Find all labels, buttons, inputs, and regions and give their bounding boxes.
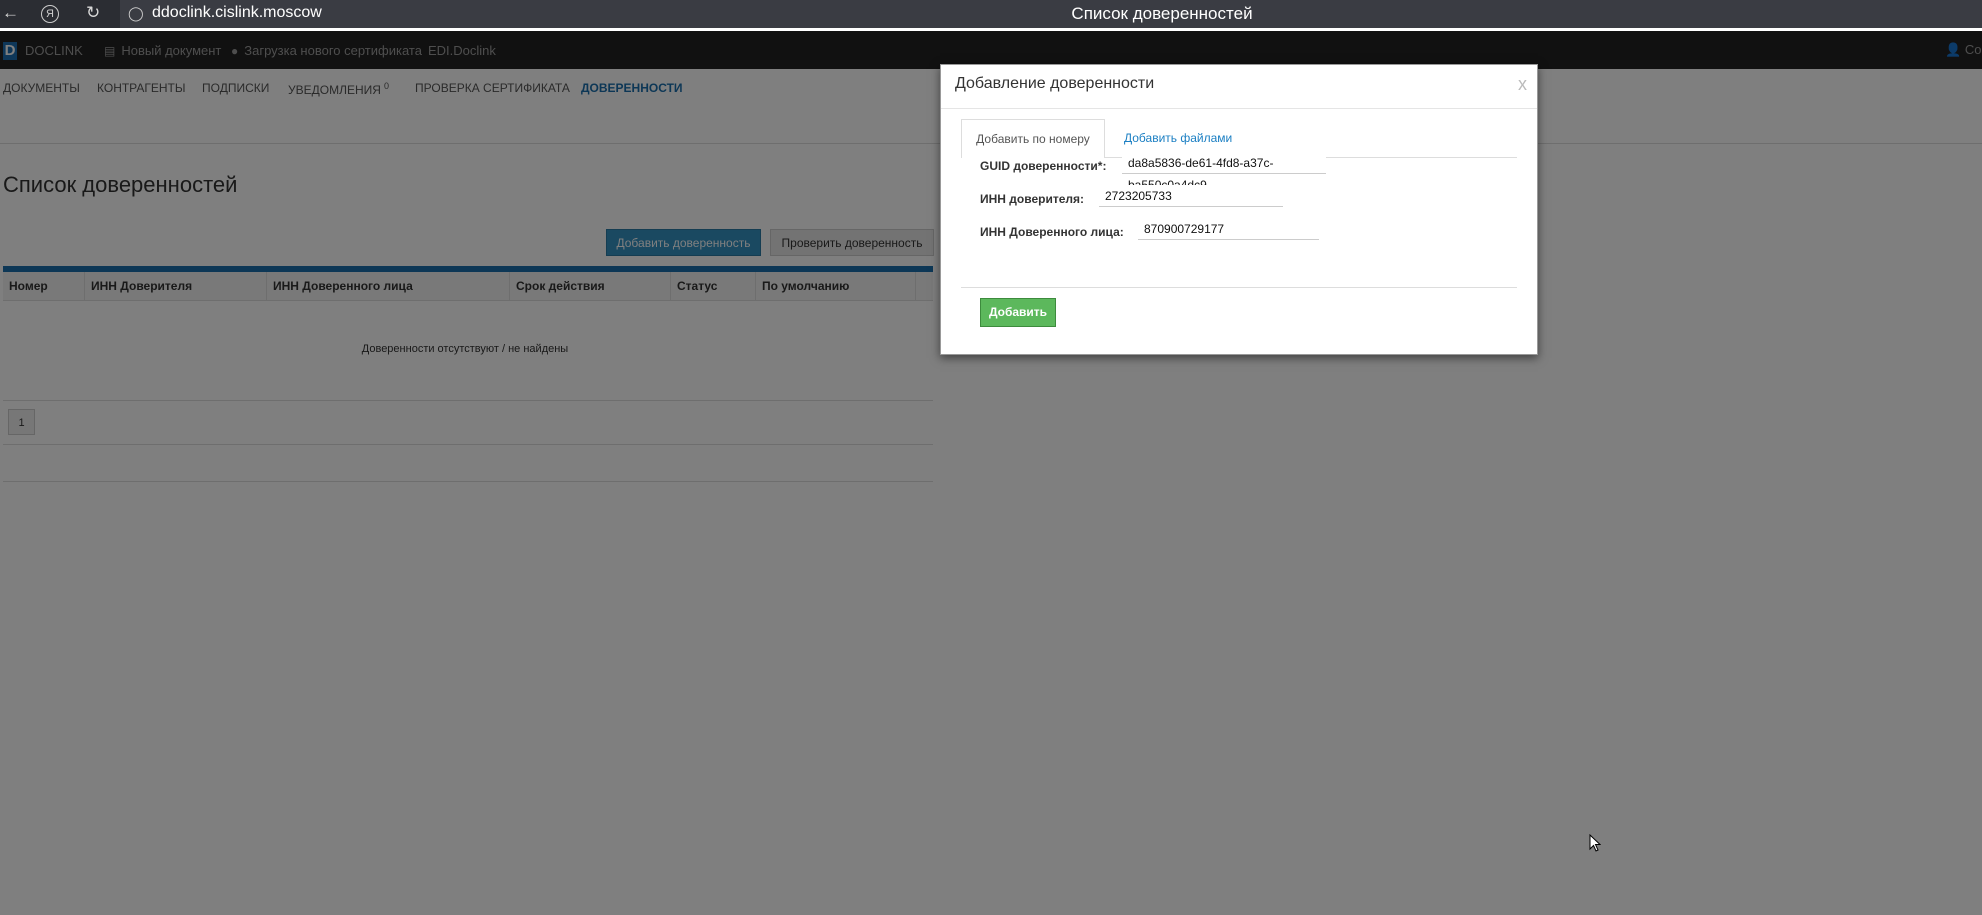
principal-inn-label: ИНН доверителя:	[980, 192, 1085, 206]
tab-add-by-number[interactable]: Добавить по номеру	[961, 119, 1105, 158]
guid-input[interactable]: da8a5836-de61-4fd8-a37c-ba550c0a4dc9	[1122, 152, 1326, 192]
attorney-inn-label: ИНН Доверенного лица:	[980, 225, 1124, 239]
yandex-icon[interactable]: Я	[41, 5, 59, 23]
modal-header: Добавление доверенности x	[941, 65, 1537, 109]
address-bar[interactable]: ◯ ddoclink.cislink.moscow	[120, 0, 1982, 28]
close-icon[interactable]: x	[1518, 74, 1527, 95]
mouse-cursor-icon	[1589, 834, 1601, 852]
browser-toolbar: ← Я ↻ ◯ ddoclink.cislink.moscow Список д…	[0, 0, 1982, 28]
add-poa-modal: Добавление доверенности x Добавить по но…	[940, 64, 1538, 355]
submit-add-button[interactable]: Добавить	[980, 298, 1056, 327]
modal-title: Добавление доверенности	[955, 75, 1155, 92]
back-arrow-icon[interactable]: ←	[2, 3, 19, 23]
attorney-inn-input[interactable]: 870900729177	[1138, 218, 1319, 240]
url-text: ddoclink.cislink.moscow	[152, 4, 322, 21]
reload-icon[interactable]: ↻	[86, 3, 100, 23]
modal-divider	[961, 287, 1517, 288]
principal-inn-input[interactable]: 2723205733	[1099, 185, 1283, 207]
shield-icon: ◯	[128, 5, 144, 21]
guid-label: GUID доверенности*:	[980, 159, 1107, 173]
